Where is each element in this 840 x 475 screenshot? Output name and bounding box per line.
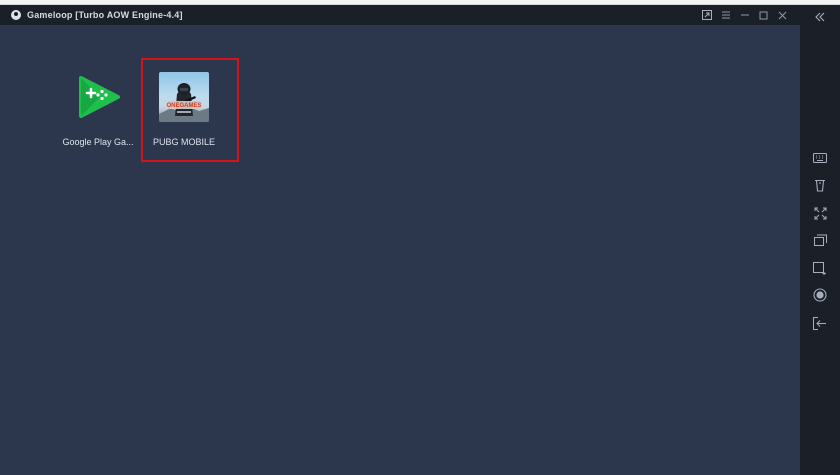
pubg-mobile-app[interactable]: ONEGAMES PUBG MOBILE <box>136 64 232 164</box>
menu-icon[interactable] <box>716 7 735 23</box>
window-title: Gameloop [Turbo AOW Engine-4.4] <box>27 10 183 20</box>
right-toolbar <box>800 5 840 475</box>
android-desktop: Google Play Ga... ONEGAMES PUBG MOBILE <box>0 25 800 475</box>
shake-icon[interactable] <box>810 175 830 195</box>
pin-icon[interactable] <box>697 7 716 23</box>
pubg-mobile-icon: ONEGAMES <box>159 72 209 122</box>
multi-window-icon[interactable] <box>810 230 830 250</box>
google-play-games-icon <box>73 72 123 122</box>
keyboard-icon[interactable] <box>810 148 830 168</box>
google-play-games-app[interactable]: Google Play Ga... <box>50 64 146 164</box>
gameloop-window: Gameloop [Turbo AOW Engine-4.4] Google P… <box>0 5 840 475</box>
app-label: Google Play Ga... <box>62 137 134 147</box>
pubg-badge-text: ONEGAMES <box>166 103 201 109</box>
window-controls <box>697 5 792 25</box>
screenshot-icon[interactable] <box>810 258 830 278</box>
collapse-icon[interactable] <box>810 7 830 27</box>
exit-icon[interactable] <box>810 313 830 333</box>
app-label: PUBG MOBILE <box>152 137 215 147</box>
title-bar: Gameloop [Turbo AOW Engine-4.4] <box>0 5 800 25</box>
close-icon[interactable] <box>773 7 792 23</box>
minimize-icon[interactable] <box>735 7 754 23</box>
gameloop-logo-icon <box>11 10 21 20</box>
record-icon[interactable] <box>810 285 830 305</box>
fullscreen-icon[interactable] <box>810 203 830 223</box>
maximize-icon[interactable] <box>754 7 773 23</box>
